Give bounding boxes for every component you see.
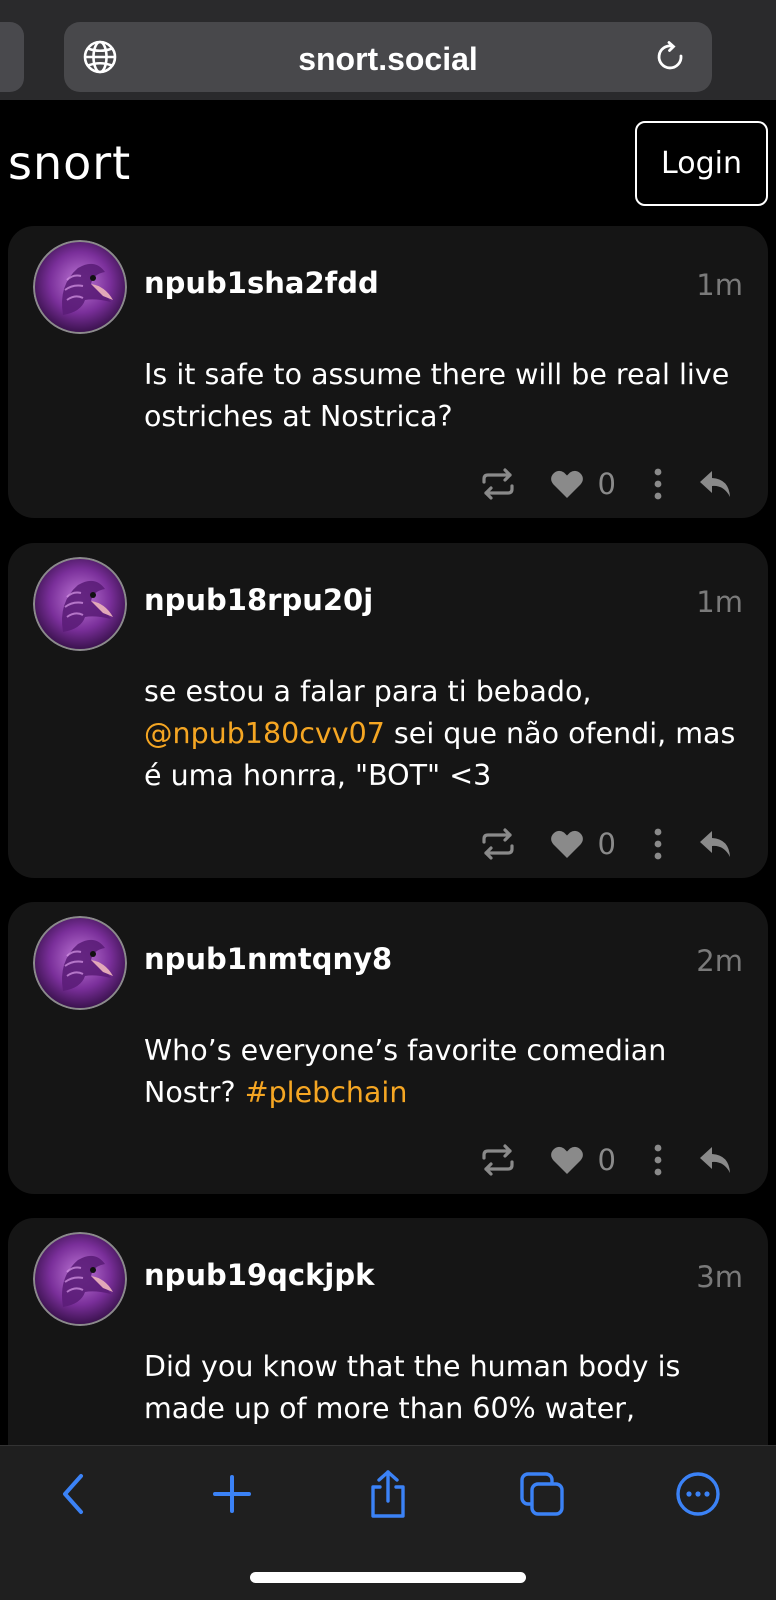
hashtag-link[interactable]: #plebchain: [245, 1076, 408, 1109]
heart-icon: [550, 829, 584, 859]
more-icon[interactable]: [674, 1470, 722, 1518]
app-logo[interactable]: snort: [8, 136, 131, 190]
note-time: 1m: [696, 268, 743, 302]
tabs-icon[interactable]: [518, 1470, 566, 1518]
note-actions: 0: [480, 1140, 732, 1180]
more-vertical-icon[interactable]: [654, 468, 662, 500]
reply-icon[interactable]: [698, 1145, 732, 1175]
heart-icon: [550, 469, 584, 499]
note-time: 1m: [696, 585, 743, 619]
like-button[interactable]: 0: [550, 467, 616, 501]
repost-icon[interactable]: [480, 828, 516, 860]
note-actions: 0: [480, 824, 732, 864]
like-count: 0: [597, 827, 616, 861]
reply-icon[interactable]: [698, 469, 732, 499]
repost-icon[interactable]: [480, 468, 516, 500]
new-tab-plus-icon[interactable]: [208, 1470, 256, 1518]
note-card[interactable]: npub1sha2fdd 1m Is it safe to assume there…: [8, 226, 768, 518]
home-indicator: [250, 1572, 526, 1583]
more-vertical-icon[interactable]: [654, 828, 662, 860]
heart-icon: [550, 1145, 584, 1175]
reload-icon[interactable]: [652, 39, 688, 75]
note-time: 2m: [696, 944, 743, 978]
mention-link[interactable]: @npub180cvv07: [144, 717, 385, 750]
note-body: Who’s everyone’s favorite comedian Nostr…: [144, 1030, 744, 1114]
note-actions: 0: [480, 464, 732, 504]
avatar[interactable]: [33, 916, 127, 1010]
login-button[interactable]: Login: [635, 121, 768, 206]
note-card[interactable]: npub1nmtqny8 2m Who’s everyone’s favorite …: [8, 902, 768, 1194]
note-text: Did you know that the human body is made…: [144, 1350, 681, 1425]
note-card[interactable]: npub18rpu20j 1m se estou a falar para ti b…: [8, 543, 768, 878]
note-author[interactable]: npub19qckjpk: [144, 1258, 374, 1292]
avatar[interactable]: [33, 240, 127, 334]
address-bar[interactable]: snort.social: [64, 22, 712, 92]
note-text: Is it safe to assume there will be real …: [144, 358, 730, 433]
note-author[interactable]: npub1nmtqny8: [144, 942, 392, 976]
like-count: 0: [597, 1143, 616, 1177]
like-count: 0: [597, 467, 616, 501]
previous-tab-stub[interactable]: [0, 22, 24, 92]
more-vertical-icon[interactable]: [654, 1144, 662, 1176]
like-button[interactable]: 0: [550, 827, 616, 861]
note-author[interactable]: npub1sha2fdd: [144, 266, 379, 300]
note-time: 3m: [696, 1260, 743, 1294]
note-body: Is it safe to assume there will be real …: [144, 354, 744, 438]
address-url[interactable]: snort.social: [64, 41, 712, 78]
note-body: se estou a falar para ti bebado, @npub18…: [144, 671, 744, 797]
like-button[interactable]: 0: [550, 1143, 616, 1177]
back-icon[interactable]: [50, 1470, 98, 1518]
avatar[interactable]: [33, 1232, 127, 1326]
reply-icon[interactable]: [698, 829, 732, 859]
avatar[interactable]: [33, 557, 127, 651]
app-header: snort Login: [0, 100, 776, 222]
repost-icon[interactable]: [480, 1144, 516, 1176]
share-icon[interactable]: [364, 1470, 412, 1518]
note-author[interactable]: npub18rpu20j: [144, 583, 373, 617]
note-text: se estou a falar para ti bebado,: [144, 675, 592, 708]
note-body: Did you know that the human body is made…: [144, 1346, 744, 1430]
browser-address-area: snort.social: [0, 0, 776, 100]
